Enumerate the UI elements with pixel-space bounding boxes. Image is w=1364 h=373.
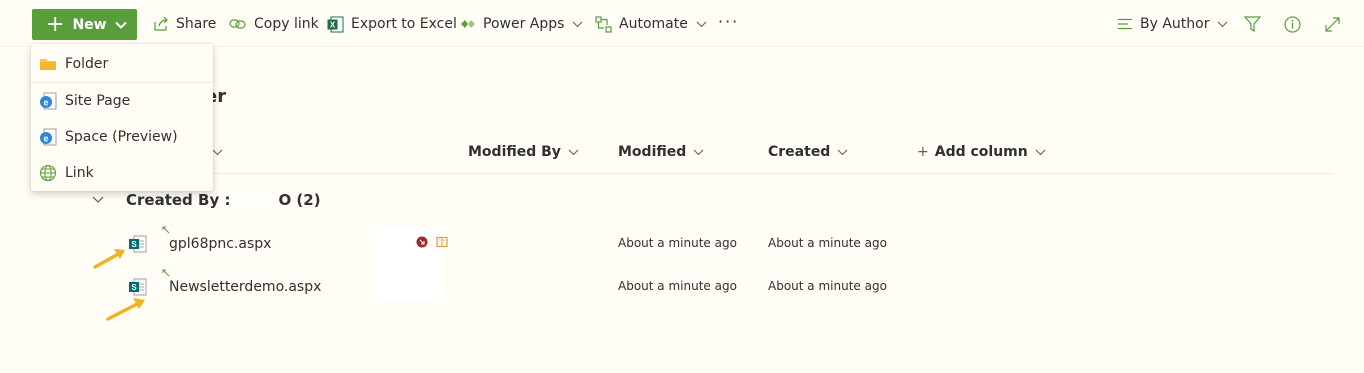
space-icon: e <box>40 128 57 146</box>
chevron-down-icon <box>568 149 579 155</box>
share-label: Share <box>176 16 217 32</box>
power-apps-icon <box>461 20 475 28</box>
redacted-name <box>232 191 277 209</box>
modified-by-label: Modified By <box>468 144 561 160</box>
export-label: Export to Excel <box>351 16 457 32</box>
expand-icon <box>1325 16 1340 32</box>
group-label-suffix: O (2) <box>278 191 321 209</box>
file-name-link[interactable]: gpl68pnc.aspx <box>169 236 271 252</box>
automate-button[interactable]: Automate <box>595 12 714 36</box>
created-cell: About a minute ago <box>768 236 887 250</box>
annotation-arrow <box>93 249 125 269</box>
menu-item-space[interactable]: e Space (Preview) <box>31 119 213 155</box>
menu-item-label: Folder <box>65 56 109 72</box>
new-item-icon <box>162 226 170 234</box>
copy-link-button[interactable]: Copy link <box>229 12 319 36</box>
modified-by-column-header[interactable]: Modified By <box>468 142 579 162</box>
export-to-excel-button[interactable]: X Export to Excel <box>327 12 457 36</box>
svg-text:e: e <box>43 98 48 108</box>
expand-button[interactable] <box>1324 12 1348 36</box>
modified-cell: About a minute ago <box>618 279 737 293</box>
page-details-icon[interactable] <box>436 236 448 248</box>
modified-label: Modified <box>618 144 687 160</box>
view-switcher-button[interactable]: By Author <box>1117 12 1235 36</box>
plus-icon: + <box>46 11 65 37</box>
chevron-down-icon <box>573 21 583 27</box>
new-button-label: New <box>72 16 107 33</box>
created-column-header[interactable]: Created <box>768 142 848 162</box>
filter-icon <box>1244 16 1261 32</box>
header-divider <box>88 173 1334 174</box>
excel-icon: X <box>327 16 344 32</box>
add-column-header[interactable]: + Add column <box>917 142 1046 162</box>
view-label: By Author <box>1140 16 1210 32</box>
svg-text:X: X <box>330 20 336 29</box>
plus-icon: + <box>917 144 929 160</box>
menu-item-link[interactable]: Link <box>31 155 213 191</box>
menu-item-site-page[interactable]: e Site Page <box>31 83 213 119</box>
new-item-icon <box>162 269 170 277</box>
svg-text:S: S <box>131 283 137 292</box>
automate-icon <box>595 15 612 33</box>
annotation-arrow <box>106 298 145 321</box>
power-apps-button[interactable]: Power Apps <box>460 12 590 36</box>
globe-icon <box>39 164 57 182</box>
menu-item-folder[interactable]: Folder <box>31 46 213 82</box>
chevron-down-icon[interactable] <box>92 196 104 204</box>
add-column-label: Add column <box>934 144 1028 160</box>
info-button[interactable] <box>1284 12 1308 36</box>
more-options-button[interactable]: ··· <box>718 12 739 31</box>
svg-text:e: e <box>43 134 48 144</box>
chevron-down-icon <box>693 149 704 155</box>
menu-item-label: Link <box>65 165 94 181</box>
link-icon <box>229 19 246 29</box>
chevron-down-icon <box>1218 21 1228 27</box>
share-icon <box>154 16 168 31</box>
table-row[interactable]: S gpl68pnc.aspx About a minute ago About… <box>88 226 1334 266</box>
site-page-icon: e <box>40 92 57 110</box>
filter-button[interactable] <box>1244 12 1268 36</box>
created-label: Created <box>768 144 831 160</box>
chevron-down-icon <box>837 149 848 155</box>
menu-item-label: Site Page <box>65 93 131 109</box>
automate-label: Automate <box>619 16 688 32</box>
svg-text:S: S <box>131 240 137 249</box>
created-cell: About a minute ago <box>768 279 887 293</box>
modified-column-header[interactable]: Modified <box>618 142 704 162</box>
info-icon <box>1284 15 1301 33</box>
chevron-down-icon <box>212 149 223 155</box>
folder-icon <box>40 59 56 70</box>
new-dropdown-menu: Folder e Site Page e Space (Preview) Lin… <box>31 44 213 191</box>
power-apps-label: Power Apps <box>483 16 565 32</box>
modified-cell: About a minute ago <box>618 236 737 250</box>
copy-link-label: Copy link <box>254 16 319 32</box>
chevron-down-icon <box>114 17 127 33</box>
file-name-link[interactable]: Newsletterdemo.aspx <box>169 279 321 295</box>
new-button[interactable]: + New <box>32 9 137 40</box>
menu-item-label: Space (Preview) <box>65 129 178 145</box>
chevron-down-icon <box>696 21 707 27</box>
share-button[interactable]: Share <box>153 12 216 36</box>
checked-out-status-icon[interactable] <box>416 236 428 248</box>
chevron-down-icon <box>1035 149 1046 155</box>
list-view-icon <box>1118 18 1132 30</box>
command-bar: + New Share Copy link X Export to Excel … <box>0 0 1364 47</box>
group-label-prefix: Created By : <box>126 191 231 209</box>
table-row[interactable]: S Newsletterdemo.aspx About a minute ago… <box>88 269 1334 309</box>
